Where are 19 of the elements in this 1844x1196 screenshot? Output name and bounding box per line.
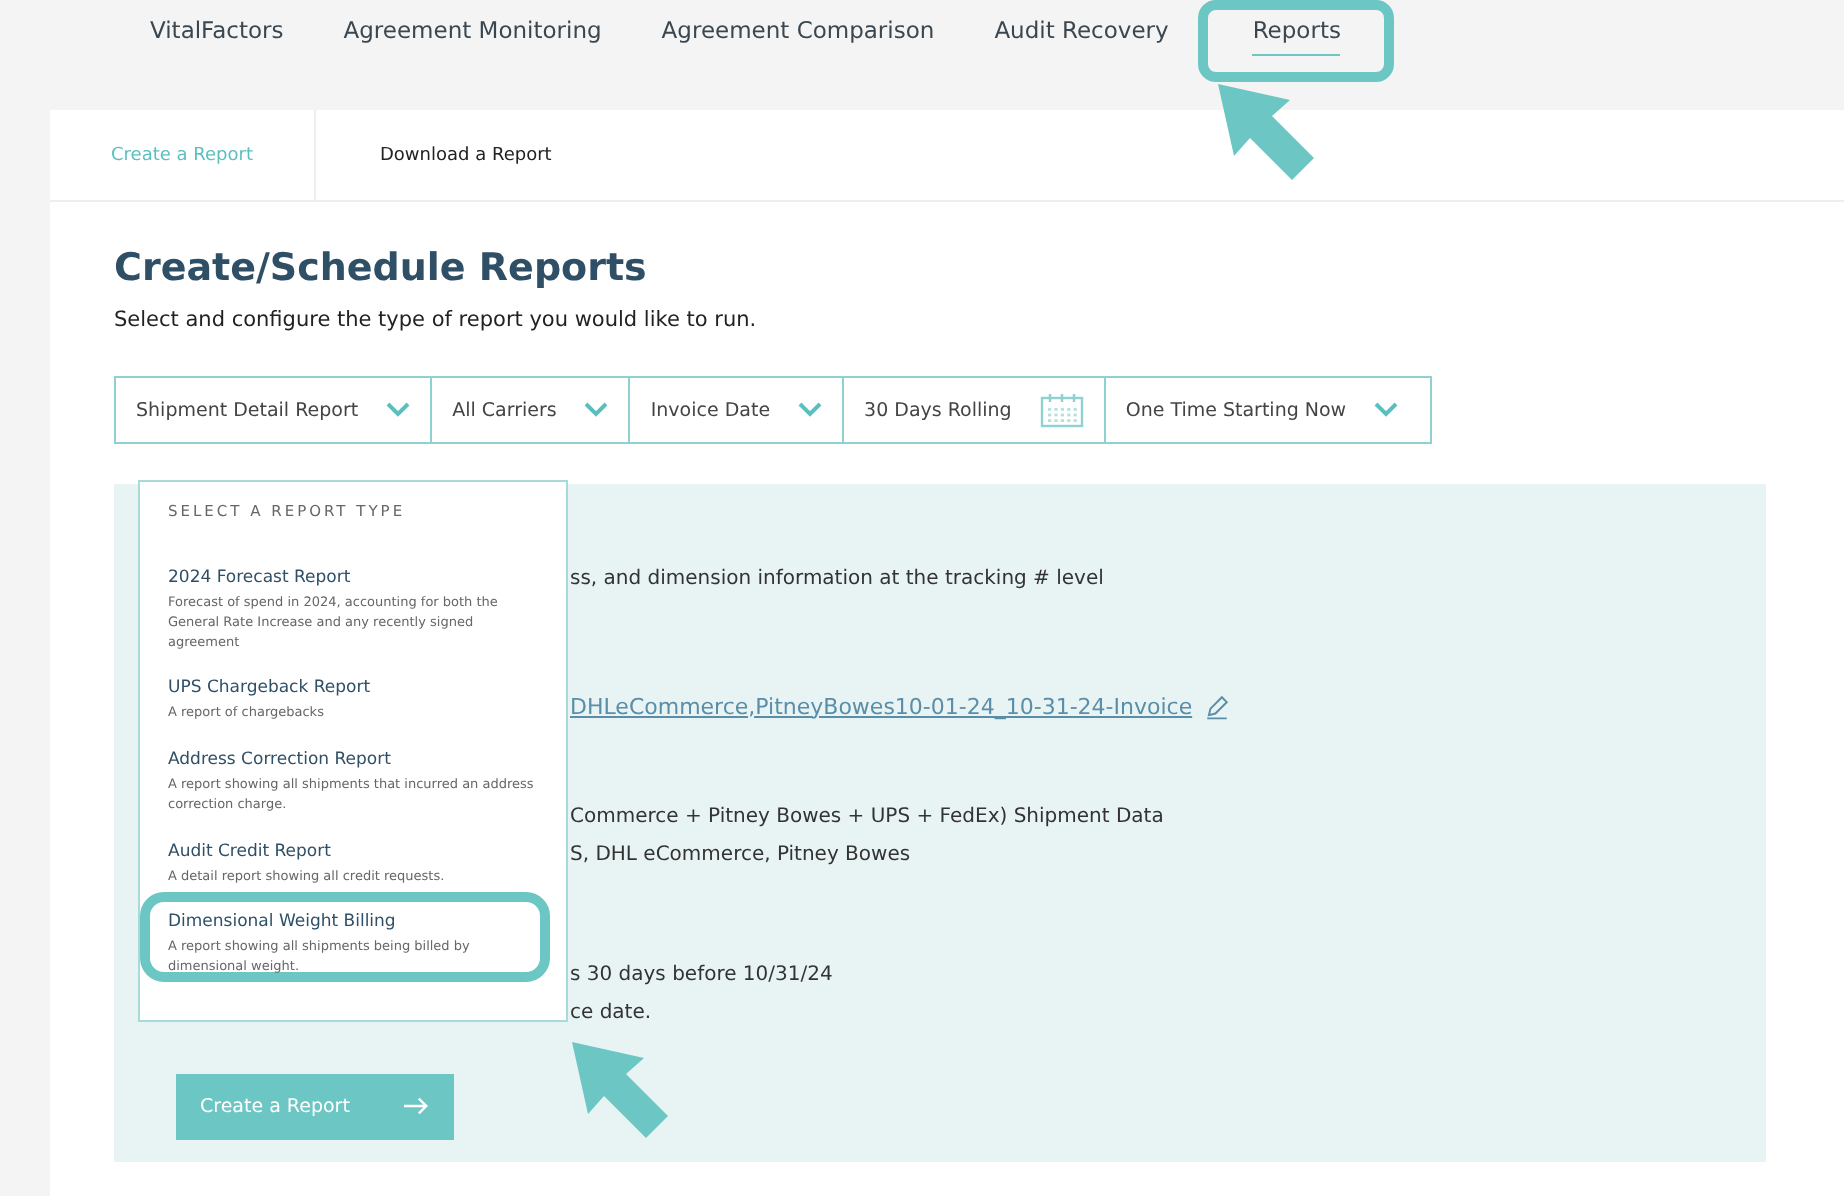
chevron-down-icon <box>798 402 823 418</box>
page-title: Create/Schedule Reports <box>114 246 649 290</box>
chevron-down-icon <box>1374 402 1399 418</box>
nav-tab[interactable]: VitalFactors <box>120 0 314 60</box>
chevron-down-icon <box>386 402 411 418</box>
summary-text: S, DHL eCommerce, Pitney Bowes <box>570 844 913 870</box>
arrow-right-icon <box>404 1096 430 1116</box>
nav-tab[interactable]: Agreement Comparison <box>631 0 965 60</box>
nav-tab[interactable]: Audit Recovery <box>964 0 1199 60</box>
summary-text: ce date. <box>570 1002 654 1028</box>
calendar-icon <box>1039 392 1084 428</box>
summary-text: Commerce + Pitney Bowes + UPS + FedEx) Shipment Data <box>570 805 1166 831</box>
chevron-down-icon <box>584 402 609 418</box>
nav-tab[interactable]: Agreement Monitoring <box>313 0 632 60</box>
summary-text: s 30 days before 10/31/24 <box>570 963 835 989</box>
page-subtitle: Select and configure the type of report you would like to run. <box>114 308 759 332</box>
pencil-icon[interactable] <box>1204 693 1231 719</box>
summary-text: ss, and dimension information at the tracking # level <box>570 568 1106 594</box>
nav-tab[interactable]: Reports <box>1198 0 1395 82</box>
